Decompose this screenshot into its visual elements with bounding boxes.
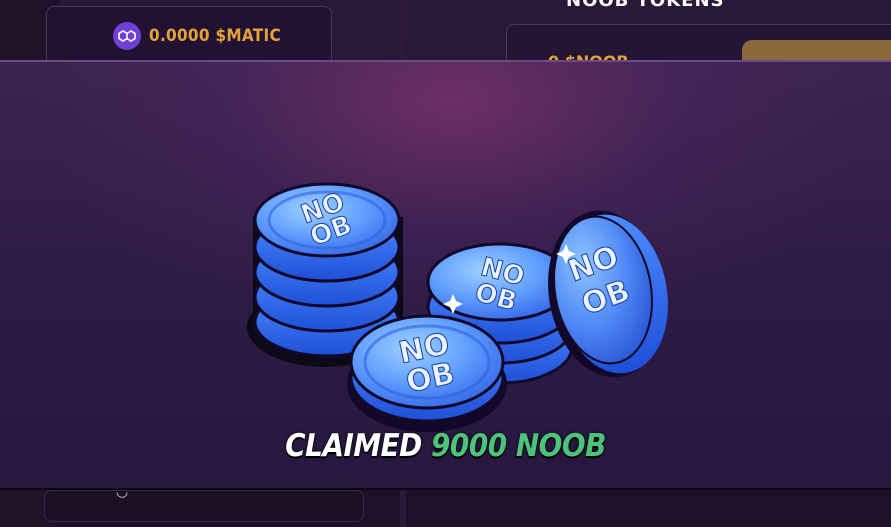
matic-balance: 0.0000 $MATIC <box>113 22 281 50</box>
noob-coins-illustration: NO OB NO OB NO OB NO OB <box>247 182 668 432</box>
bottom-card <box>44 490 364 522</box>
claim-message: CLAIMED 9000 NOOB <box>0 428 891 464</box>
polygon-icon <box>113 22 141 50</box>
claimed-label: CLAIMED <box>285 428 422 464</box>
claim-modal[interactable]: NO OB NO OB NO OB NO OB CLAIMED 9000 NOO… <box>0 60 891 490</box>
claimed-amount: 9000 NOOB <box>431 428 606 464</box>
matic-balance-text: 0.0000 $MATIC <box>149 26 281 46</box>
tokens-title: NOOB TOKENS <box>566 0 725 11</box>
